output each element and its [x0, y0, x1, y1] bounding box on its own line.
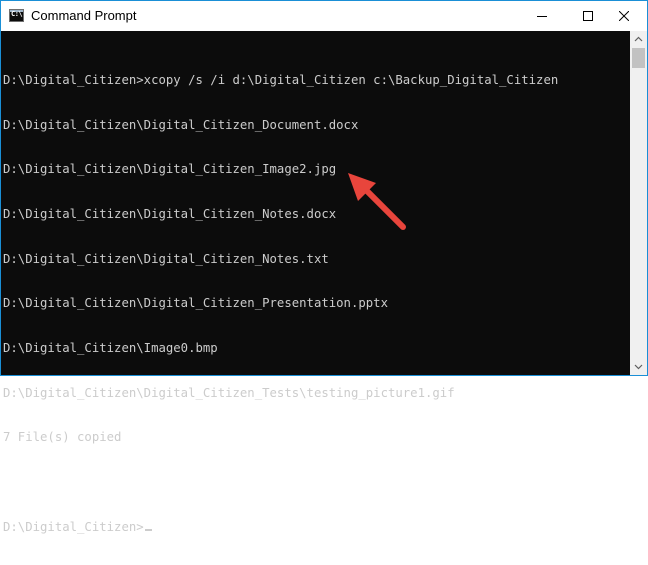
vertical-scrollbar[interactable] — [630, 31, 647, 375]
scroll-down-button[interactable] — [630, 358, 647, 375]
console-line: 7 File(s) copied — [3, 430, 122, 445]
window-title: Command Prompt — [31, 8, 137, 23]
console-line: D:\Digital_Citizen\Digital_Citizen_Tests… — [3, 385, 455, 400]
annotation-arrow-icon — [348, 173, 406, 230]
minimize-button[interactable] — [519, 1, 565, 31]
close-icon — [619, 11, 629, 21]
console-line: D:\Digital_Citizen>xcopy /s /i d:\Digita… — [3, 72, 559, 87]
title-bar[interactable]: C:\ Command Prompt — [1, 1, 647, 31]
scroll-thumb[interactable] — [632, 48, 645, 68]
chevron-up-icon — [634, 36, 643, 42]
text-cursor — [144, 528, 152, 531]
maximize-icon — [583, 11, 593, 21]
console-line: D:\Digital_Citizen\Digital_Citizen_Image… — [3, 162, 337, 177]
command-prompt-window: C:\ Command Prompt D:\Digital_Citizen>xc… — [0, 0, 648, 534]
console-line: D:\Digital_Citizen\Image0.bmp — [3, 341, 218, 356]
chevron-down-icon — [634, 364, 643, 370]
console-prompt-line[interactable]: D:\Digital_Citizen> — [3, 520, 558, 535]
console-line: D:\Digital_Citizen\Digital_Citizen_Notes… — [3, 251, 329, 266]
scroll-up-button[interactable] — [630, 31, 647, 48]
console-line: D:\Digital_Citizen\Digital_Citizen_Docum… — [3, 117, 359, 132]
console-prompt: D:\Digital_Citizen> — [3, 519, 144, 534]
console-line: D:\Digital_Citizen\Digital_Citizen_Prese… — [3, 296, 388, 311]
console-line: D:\Digital_Citizen\Digital_Citizen_Notes… — [3, 206, 337, 221]
close-button[interactable] — [601, 1, 647, 31]
cmd-icon[interactable]: C:\ — [9, 9, 24, 22]
minimize-icon — [537, 16, 547, 17]
console-output[interactable]: D:\Digital_Citizen>xcopy /s /i d:\Digita… — [1, 31, 630, 534]
console-text: D:\Digital_Citizen>xcopy /s /i d:\Digita… — [3, 43, 558, 565]
